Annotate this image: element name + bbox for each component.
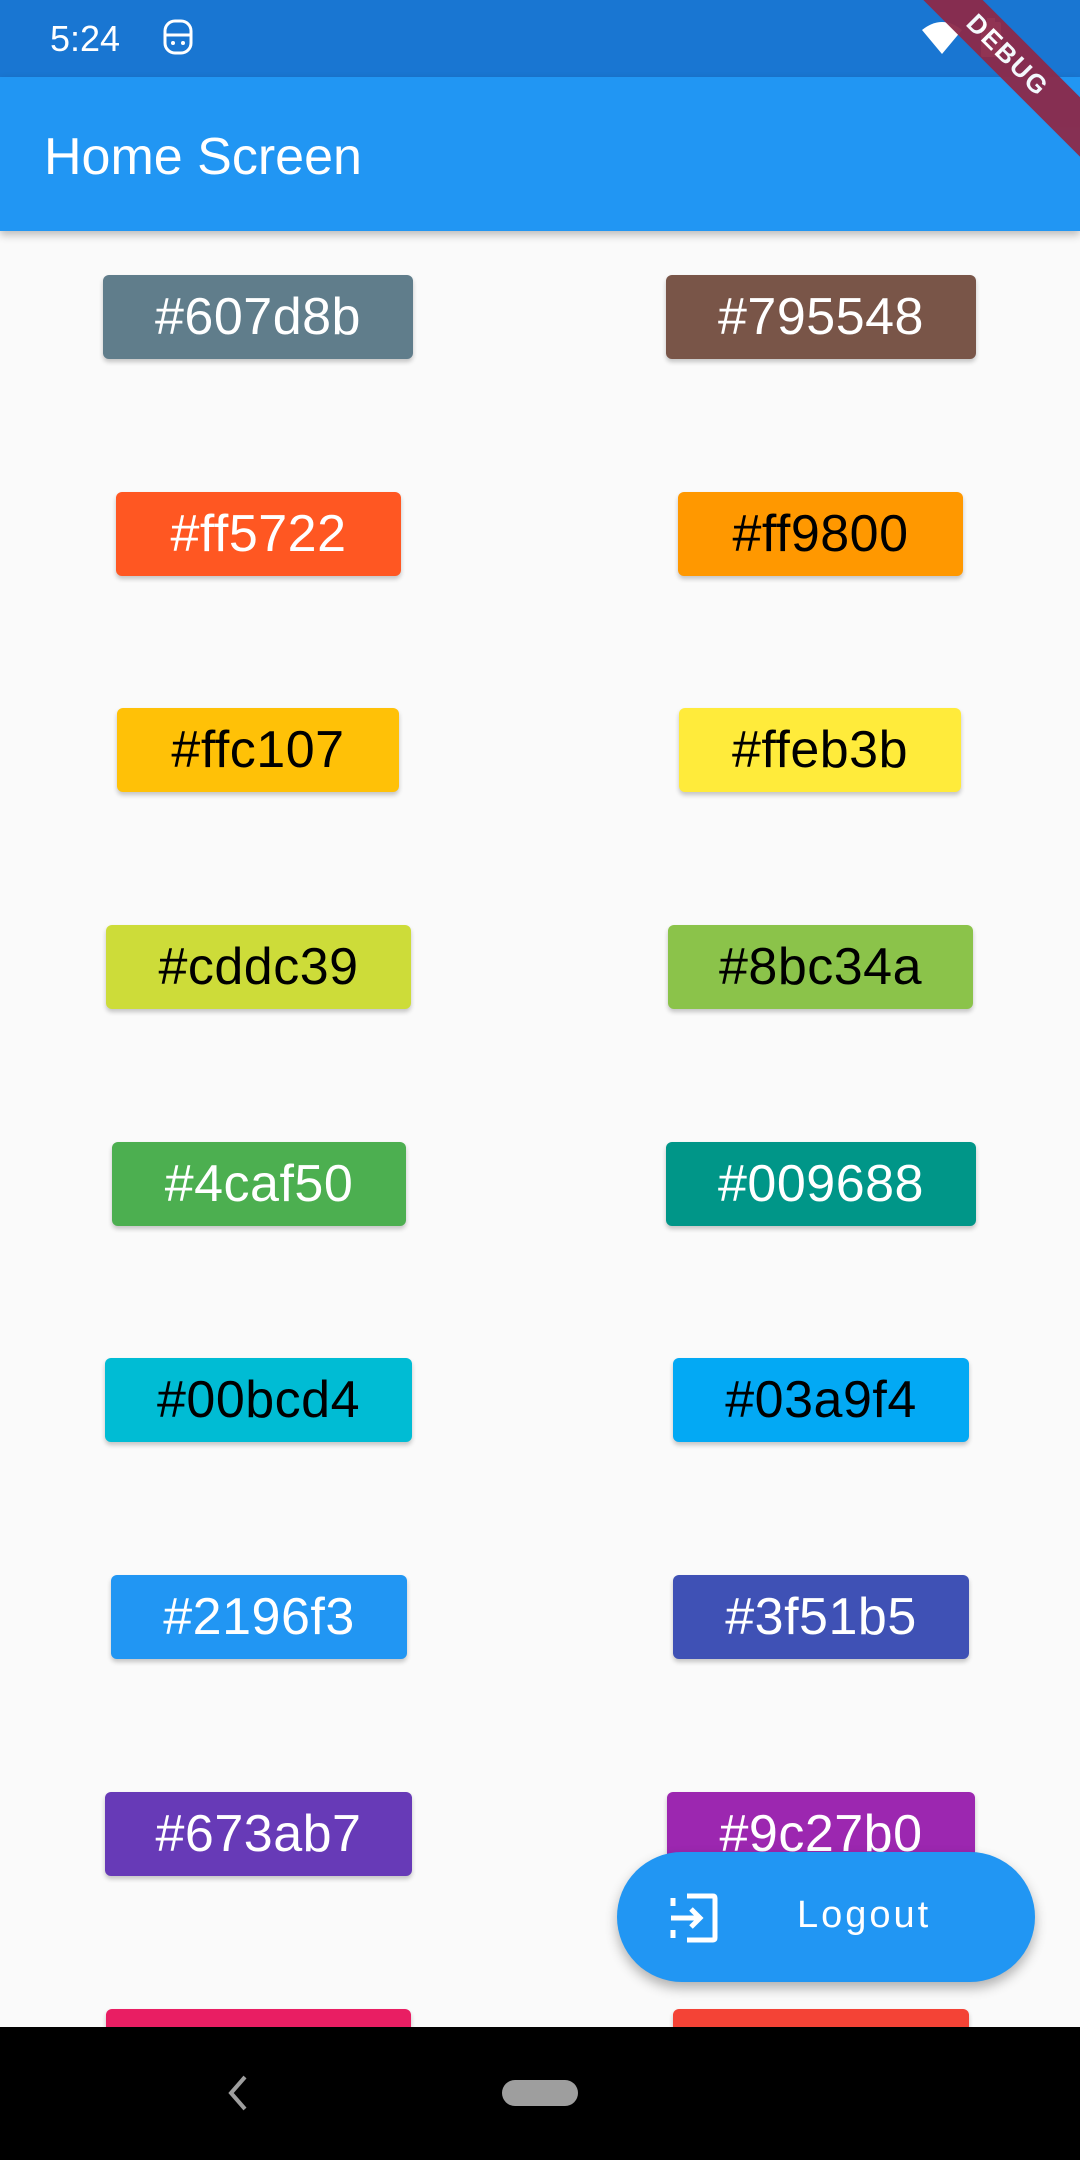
back-icon[interactable] [225,2073,251,2113]
color-chip[interactable] [106,2009,411,2027]
color-chip[interactable]: #009688 [666,1142,976,1226]
color-chip[interactable]: #cddc39 [106,925,411,1009]
logout-button[interactable]: Logout [617,1852,1035,1982]
color-chip[interactable]: #4caf50 [112,1142,406,1226]
navigation-bar [0,2027,1080,2160]
logout-icon [670,1893,718,1943]
color-chip[interactable]: #2196f3 [111,1575,407,1659]
color-chip[interactable]: #ffeb3b [679,708,961,792]
color-chip[interactable]: #795548 [666,275,976,359]
color-grid: #607d8b #795548 #ff5722 #ff9800 #ffc107 … [0,231,1080,2027]
color-chip[interactable]: #ffc107 [117,708,399,792]
color-chip[interactable]: #673ab7 [105,1792,412,1876]
color-chip[interactable]: #8bc34a [668,925,973,1009]
color-chip[interactable]: #ff9800 [678,492,963,576]
color-chip[interactable]: #03a9f4 [673,1358,969,1442]
app-bar: Home Screen [0,77,1080,231]
home-pill-icon[interactable] [502,2080,578,2106]
logout-label: Logout [797,1894,932,1936]
color-chip[interactable]: #00bcd4 [105,1358,412,1442]
color-chip[interactable]: #ff5722 [116,492,401,576]
page-title: Home Screen [44,128,362,186]
color-chip[interactable] [673,2009,969,2027]
status-time: 5:24 [50,18,121,59]
color-chip[interactable]: #607d8b [103,275,413,359]
face-icon [163,19,193,55]
status-bar: 5:24 [0,0,1080,77]
color-chip[interactable]: #3f51b5 [673,1575,969,1659]
